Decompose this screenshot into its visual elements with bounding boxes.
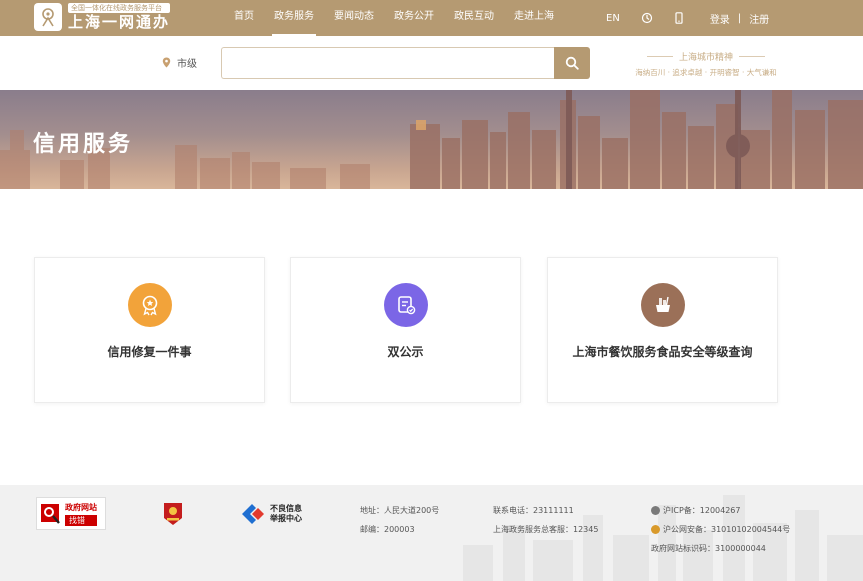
nav-item-3[interactable]: 政务公开: [386, 0, 442, 36]
slogan-title: 上海城市精神: [626, 50, 786, 63]
search-row: 市级 上海城市精神 海纳百川 · 追求卓越 · 开明睿智 · 大气谦和: [0, 36, 863, 90]
search-button[interactable]: [554, 47, 590, 79]
main-nav: 首页 政务服务 要闻动态 政务公开 政民互动 走进上海: [226, 0, 566, 36]
icp-text: 沪ICP备：12004267: [663, 506, 741, 515]
footer-hotline: 上海政务服务总客服：12345: [493, 525, 599, 534]
nav-item-4[interactable]: 政民互动: [446, 0, 502, 36]
footer-phone: 联系电话：23111111: [493, 506, 574, 515]
login-link[interactable]: 登录: [710, 11, 730, 26]
location-label: 市级: [177, 59, 197, 70]
nav-item-5[interactable]: 走进上海: [506, 0, 562, 36]
icp-icon: [651, 506, 660, 515]
card-icon-bg: [383, 283, 428, 327]
search-icon: [565, 56, 579, 70]
login-register-separator: |: [737, 12, 742, 24]
page-banner: 信用服务: [0, 90, 863, 189]
footer-postcode: 邮编：200003: [360, 525, 415, 534]
report-center-logo-icon: [242, 504, 264, 524]
location-selector[interactable]: 市级: [162, 55, 197, 70]
nav-item-2[interactable]: 要闻动态: [326, 0, 382, 36]
city-spirit-slogan: 上海城市精神 海纳百川 · 追求卓越 · 开明睿智 · 大气谦和: [626, 50, 786, 78]
badge1-line2: 找错: [65, 514, 97, 526]
party-government-emblem-icon[interactable]: [162, 501, 184, 527]
header-actions: EN 登录 | 注册: [606, 0, 769, 36]
service-card-credit-repair[interactable]: 信用修复一件事: [34, 257, 265, 403]
site-footer: 政府网站 找错 不良信息 举报中心 地址：人民大道200号 邮编：200003 …: [0, 485, 863, 581]
location-pin-icon: [162, 57, 171, 68]
badge1-line1: 政府网站: [65, 502, 97, 512]
search-box: [221, 47, 555, 79]
document-icon: [397, 296, 415, 315]
nav-item-1[interactable]: 政务服务: [266, 0, 322, 36]
service-card-double-publicity[interactable]: 双公示: [290, 257, 521, 403]
card-label: 信用修复一件事: [107, 345, 192, 359]
police-badge-icon: [651, 525, 660, 534]
illegal-info-report-center-badge[interactable]: 不良信息 举报中心: [240, 503, 302, 525]
language-switch-en[interactable]: EN: [606, 13, 620, 24]
footer-police-record[interactable]: 沪公网安备：31010102004544号: [651, 524, 790, 535]
mobile-icon[interactable]: [672, 11, 686, 25]
food-icon: [655, 296, 670, 312]
service-card-food-safety-query[interactable]: 上海市餐饮服务食品安全等级查询: [547, 257, 778, 403]
search-input[interactable]: [222, 48, 555, 78]
card-label: 上海市餐饮服务食品安全等级查询: [572, 345, 753, 359]
site-logo[interactable]: 全国一体化在线政务服务平台 上海一网通办: [34, 3, 171, 31]
medal-icon: [142, 295, 157, 316]
badge3-line1: 不良信息: [270, 504, 302, 513]
card-icon-bg: [640, 283, 685, 327]
slogan-subtitle: 海纳百川 · 追求卓越 · 开明睿智 · 大气谦和: [635, 68, 777, 77]
badge3-line2: 举报中心: [270, 514, 302, 523]
card-icon-bg: [127, 283, 172, 327]
footer-gov-site-id: 政府网站标识码：3100000044: [651, 544, 766, 553]
accessibility-icon[interactable]: [640, 11, 654, 25]
logo-emblem-icon: [34, 3, 62, 31]
footer-address: 地址：人民大道200号: [360, 506, 440, 515]
magnifier-icon: [41, 503, 60, 524]
footer-icp-record[interactable]: 沪ICP备：12004267: [651, 505, 741, 516]
nav-item-0[interactable]: 首页: [226, 0, 262, 36]
logo-title: 上海一网通办: [68, 13, 171, 31]
gov-site-error-report-badge[interactable]: 政府网站 找错: [36, 497, 106, 530]
top-navigation-bar: 全国一体化在线政务服务平台 上海一网通办 首页 政务服务 要闻动态 政务公开 政民互动走…: [0, 0, 863, 36]
card-label: 双公示: [387, 345, 424, 359]
page-title: 信用服务: [33, 132, 134, 157]
logo-subtitle: 全国一体化在线政务服务平台: [68, 3, 171, 13]
police-text: 沪公网安备：31010102004544号: [663, 525, 791, 534]
register-link[interactable]: 注册: [749, 11, 769, 26]
